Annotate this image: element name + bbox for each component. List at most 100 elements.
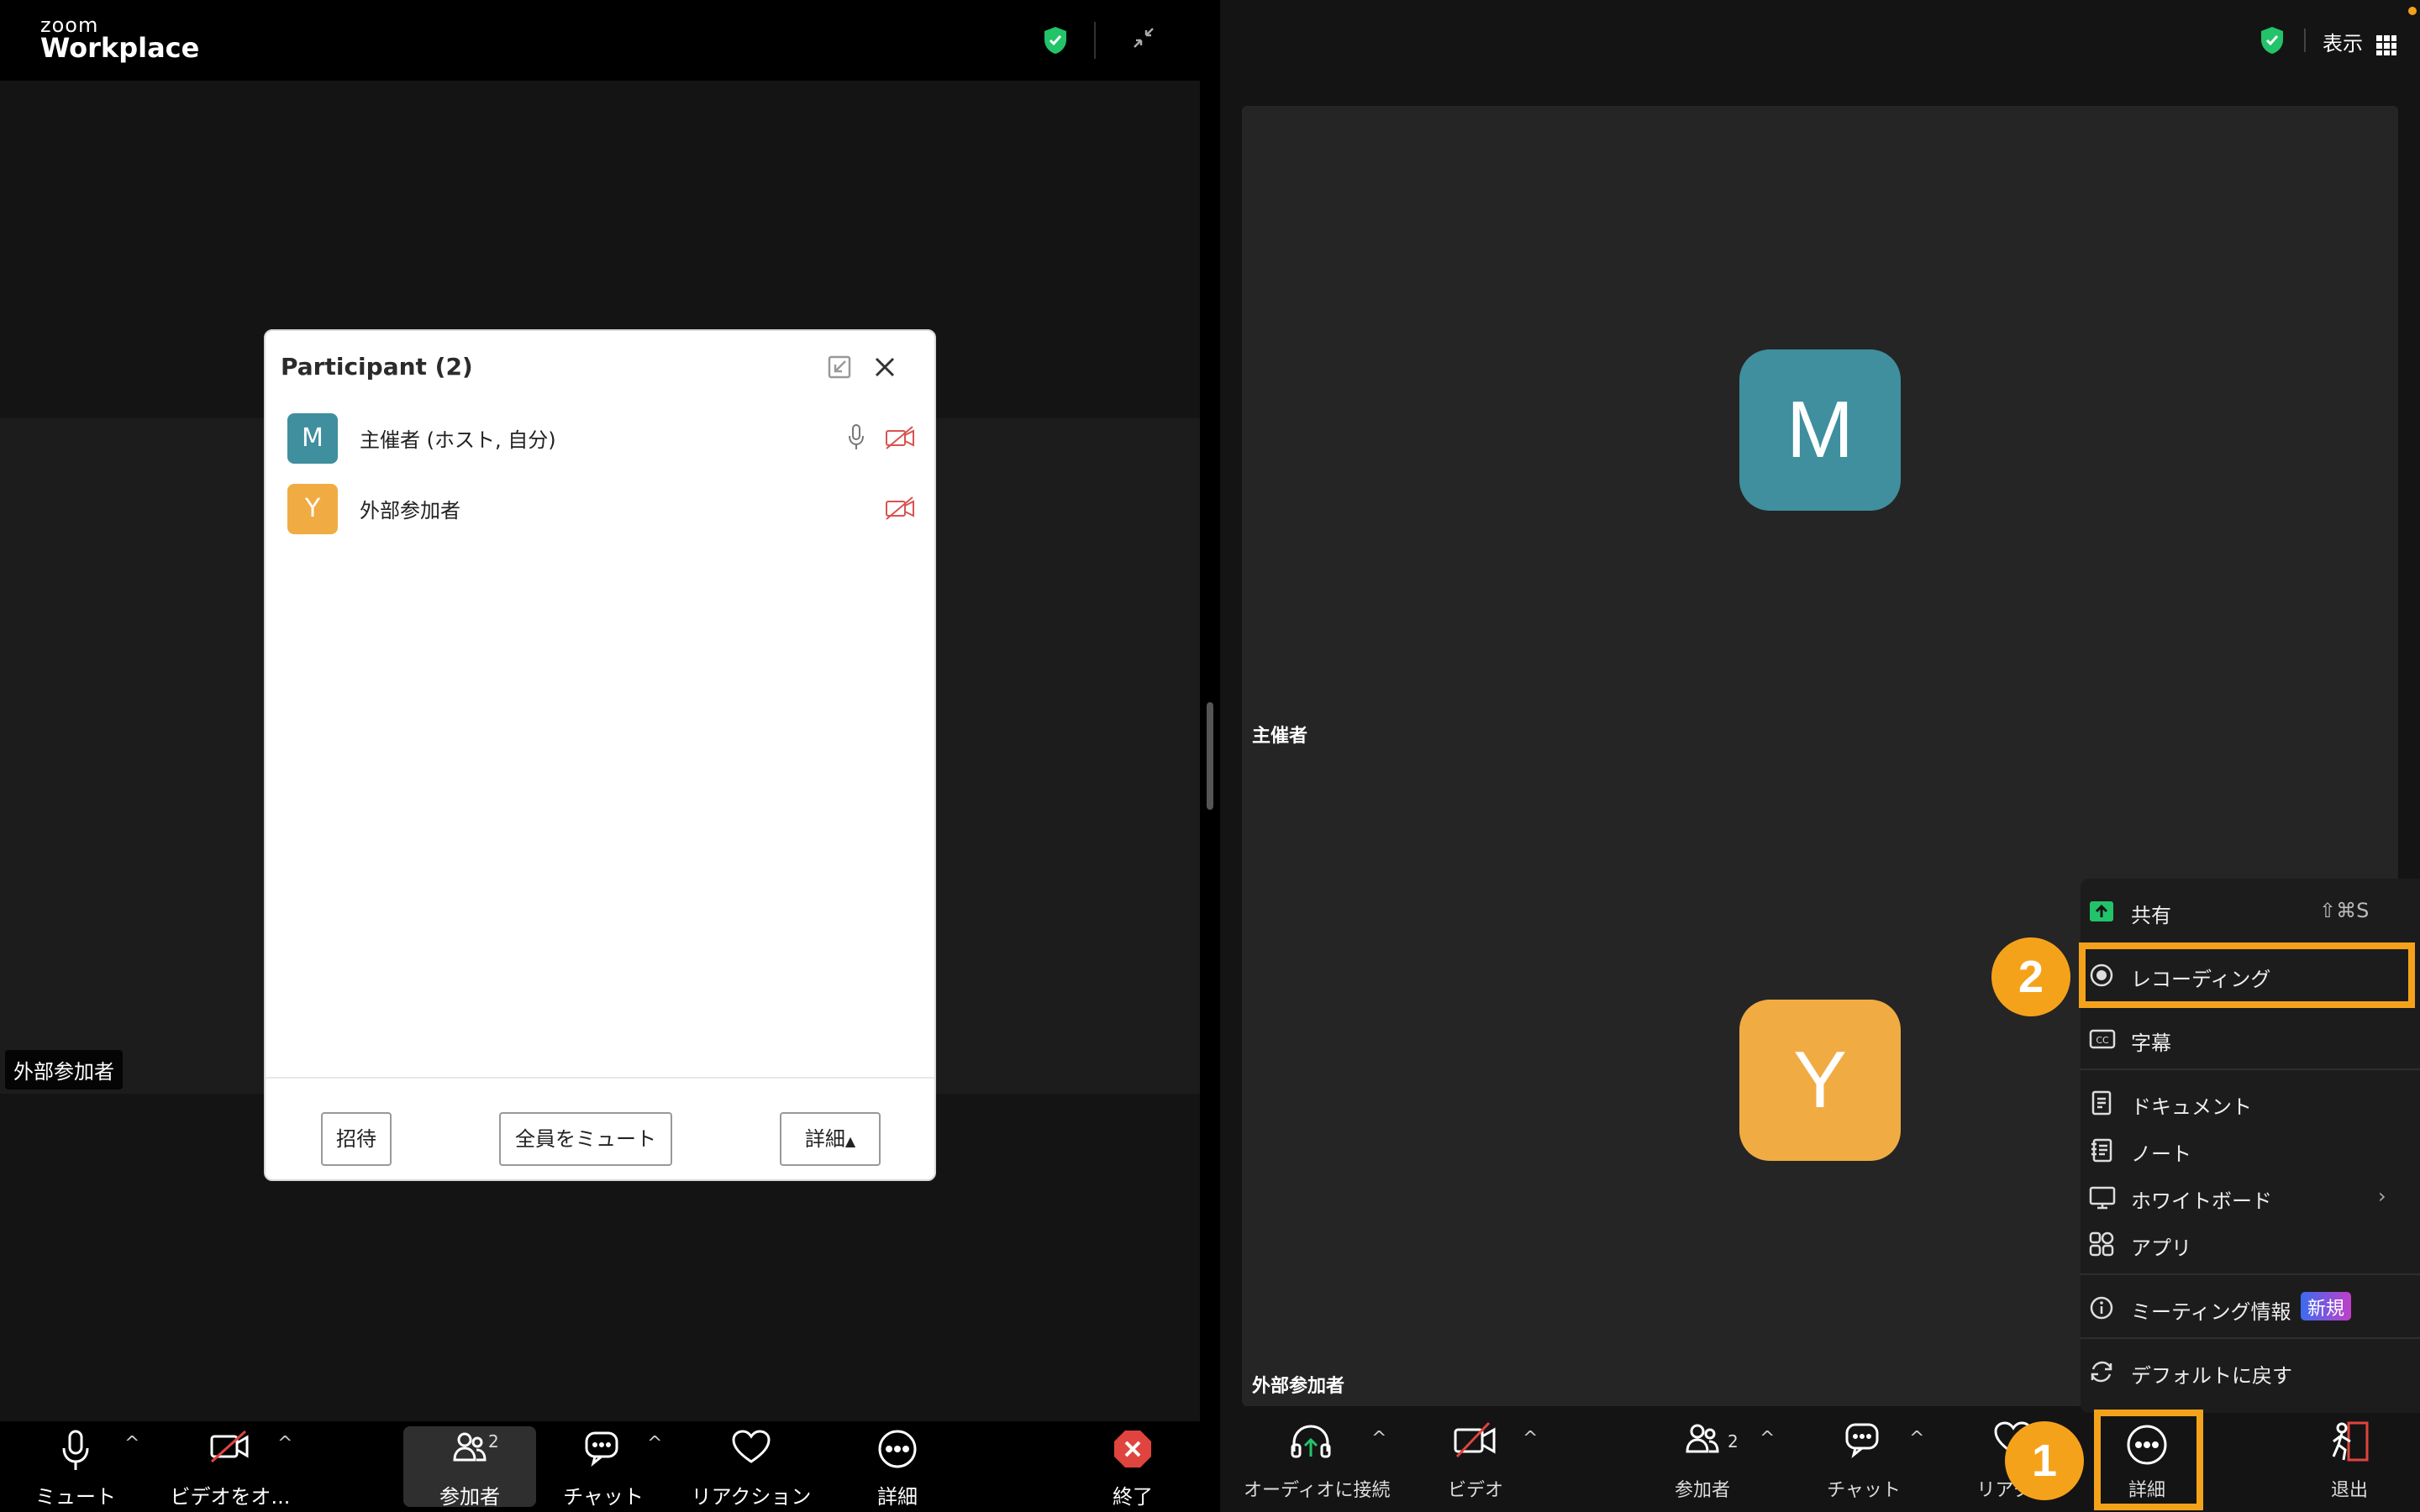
more-button-left[interactable]: 詳細 bbox=[830, 1428, 965, 1509]
chevron-right-icon: › bbox=[2378, 1184, 2386, 1208]
video-button[interactable]: ビデオ bbox=[1448, 1420, 1503, 1504]
chat-options-chevron-up-icon[interactable]: ^ bbox=[647, 1433, 662, 1454]
whiteboard-icon bbox=[2089, 1184, 2116, 1210]
panel-more-label: 詳細 bbox=[804, 1127, 845, 1151]
guest-avatar: Y bbox=[1739, 1000, 1901, 1161]
mute-label: ミュート bbox=[35, 1485, 116, 1509]
svg-text:CC: CC bbox=[2096, 1035, 2109, 1046]
panel-more-button[interactable]: 詳細▲ bbox=[780, 1112, 881, 1166]
participants-button[interactable]: 参加者 bbox=[1675, 1420, 1730, 1504]
participants-label: 参加者 bbox=[439, 1485, 500, 1509]
participant-row[interactable]: Y 外部参加者 bbox=[266, 475, 934, 543]
closed-caption-icon: CC bbox=[2089, 1026, 2116, 1052]
menu-item-documents[interactable]: ドキュメント bbox=[2089, 1079, 2405, 1126]
more-label-left: 詳細 bbox=[877, 1485, 918, 1509]
more-button-highlight-box bbox=[2094, 1410, 2203, 1510]
video-label: ビデオをオ... bbox=[170, 1485, 291, 1509]
guest-tile-name: 外部参加者 bbox=[1252, 1376, 1345, 1397]
menu-item-share[interactable]: 共有 ⇧⌘S bbox=[2089, 887, 2405, 934]
title-bar-divider bbox=[1094, 22, 1096, 59]
reset-label: デフォルトに戻す bbox=[2131, 1364, 2292, 1388]
participant-name: 外部参加者 bbox=[360, 499, 460, 522]
video-label: ビデオ bbox=[1447, 1480, 1503, 1501]
chat-options-chevron-up-icon[interactable]: ^ bbox=[1909, 1428, 1924, 1449]
participants-panel: Participant (2) M 主催者 (ホスト, 自分) Y 外部参加者 … bbox=[264, 329, 936, 1181]
step-1-badge: 1 bbox=[2005, 1421, 2084, 1500]
video-off-icon[interactable] bbox=[884, 496, 916, 524]
reset-icon bbox=[2089, 1359, 2114, 1384]
new-badge: 新規 bbox=[2301, 1292, 2352, 1320]
reaction-label: リアクション bbox=[691, 1485, 812, 1509]
left-tile-name-tag: 外部参加者 bbox=[5, 1050, 123, 1089]
more-options-icon bbox=[830, 1428, 965, 1473]
join-audio-button[interactable]: オーディオに接続 bbox=[1244, 1420, 1390, 1504]
exit-fullscreen-icon[interactable] bbox=[1131, 25, 1156, 54]
chat-label: チャット bbox=[1827, 1480, 1901, 1501]
pop-out-icon[interactable] bbox=[827, 354, 852, 383]
window-splitter-handle[interactable] bbox=[1207, 702, 1213, 810]
headphones-icon bbox=[1277, 1420, 1344, 1465]
panel-title: Participant (2) bbox=[281, 353, 473, 381]
microphone-icon[interactable] bbox=[847, 423, 865, 454]
participants-count: 2 bbox=[488, 1431, 499, 1452]
security-shield-icon[interactable] bbox=[1042, 25, 1069, 59]
share-label: 共有 bbox=[2131, 904, 2171, 927]
menu-item-notes[interactable]: ノート bbox=[2089, 1126, 2405, 1173]
participant-avatar: M bbox=[287, 413, 338, 464]
reaction-button[interactable]: リアクション bbox=[684, 1428, 818, 1509]
menu-item-reset-default[interactable]: デフォルトに戻す bbox=[2089, 1347, 2405, 1394]
view-label: 表示 bbox=[2323, 32, 2363, 55]
participants-icon bbox=[1682, 1420, 1723, 1460]
panel-footer-divider bbox=[266, 1077, 934, 1079]
participants-button[interactable]: 2 参加者 bbox=[402, 1428, 537, 1509]
audio-options-chevron-up-icon[interactable]: ^ bbox=[124, 1433, 139, 1454]
info-icon bbox=[2089, 1295, 2114, 1320]
heart-icon bbox=[684, 1428, 818, 1468]
video-options-chevron-up-icon[interactable]: ^ bbox=[1523, 1428, 1538, 1449]
close-icon[interactable] bbox=[872, 354, 897, 383]
leave-label: 退出 bbox=[2330, 1480, 2368, 1501]
invite-button[interactable]: 招待 bbox=[321, 1112, 392, 1166]
video-off-icon bbox=[1452, 1420, 1499, 1463]
menu-divider bbox=[2081, 1273, 2420, 1275]
caret-up-icon: ▲ bbox=[844, 1133, 856, 1149]
menu-item-whiteboard[interactable]: ホワイトボード › bbox=[2089, 1173, 2405, 1220]
chat-button[interactable]: チャット bbox=[1827, 1420, 1901, 1504]
security-shield-icon[interactable] bbox=[2259, 25, 2286, 59]
mute-button[interactable]: ミュート bbox=[8, 1428, 143, 1509]
participant-avatar: Y bbox=[287, 484, 338, 534]
participants-label: 参加者 bbox=[1674, 1480, 1730, 1501]
participant-row[interactable]: M 主催者 (ホスト, 自分) bbox=[266, 405, 934, 472]
view-button[interactable]: 表示 bbox=[2323, 27, 2397, 60]
menu-item-captions[interactable]: CC 字幕 bbox=[2089, 1015, 2405, 1062]
menu-item-apps[interactable]: アプリ bbox=[2089, 1220, 2405, 1267]
notification-dot bbox=[2408, 7, 2417, 15]
participants-count: 2 bbox=[1728, 1431, 1739, 1452]
right-top-bar bbox=[1220, 0, 2420, 84]
recording-highlight-box bbox=[2079, 942, 2415, 1008]
documents-label: ドキュメント bbox=[2131, 1095, 2252, 1119]
host-avatar: M bbox=[1739, 349, 1901, 511]
menu-item-meeting-info[interactable]: ミーティング情報 新規 bbox=[2089, 1284, 2405, 1331]
captions-label: 字幕 bbox=[2131, 1032, 2171, 1055]
apps-icon bbox=[2089, 1231, 2114, 1257]
audio-options-chevron-up-icon[interactable]: ^ bbox=[1371, 1428, 1386, 1449]
mute-all-button[interactable]: 全員をミュート bbox=[499, 1112, 672, 1166]
grid-icon bbox=[2375, 34, 2397, 60]
participants-options-chevron-up-icon[interactable]: ^ bbox=[1760, 1428, 1775, 1449]
end-meeting-button[interactable]: 終了 bbox=[1065, 1428, 1200, 1509]
chat-label: チャット bbox=[563, 1485, 644, 1509]
end-meeting-icon bbox=[1065, 1428, 1200, 1473]
apps-label: アプリ bbox=[2131, 1236, 2191, 1260]
meeting-info-label: ミーティング情報 bbox=[2131, 1300, 2291, 1324]
menu-divider bbox=[2081, 1068, 2420, 1070]
end-label: 終了 bbox=[1113, 1485, 1153, 1509]
video-options-chevron-up-icon[interactable]: ^ bbox=[277, 1433, 292, 1454]
share-screen-icon bbox=[2089, 899, 2114, 924]
audio-label: オーディオに接続 bbox=[1244, 1480, 1391, 1501]
leave-door-icon bbox=[2324, 1420, 2375, 1467]
leave-button[interactable]: 退出 bbox=[2324, 1420, 2375, 1504]
video-off-icon[interactable] bbox=[884, 425, 916, 454]
chat-icon bbox=[1842, 1420, 1886, 1462]
microphone-icon bbox=[8, 1428, 143, 1475]
